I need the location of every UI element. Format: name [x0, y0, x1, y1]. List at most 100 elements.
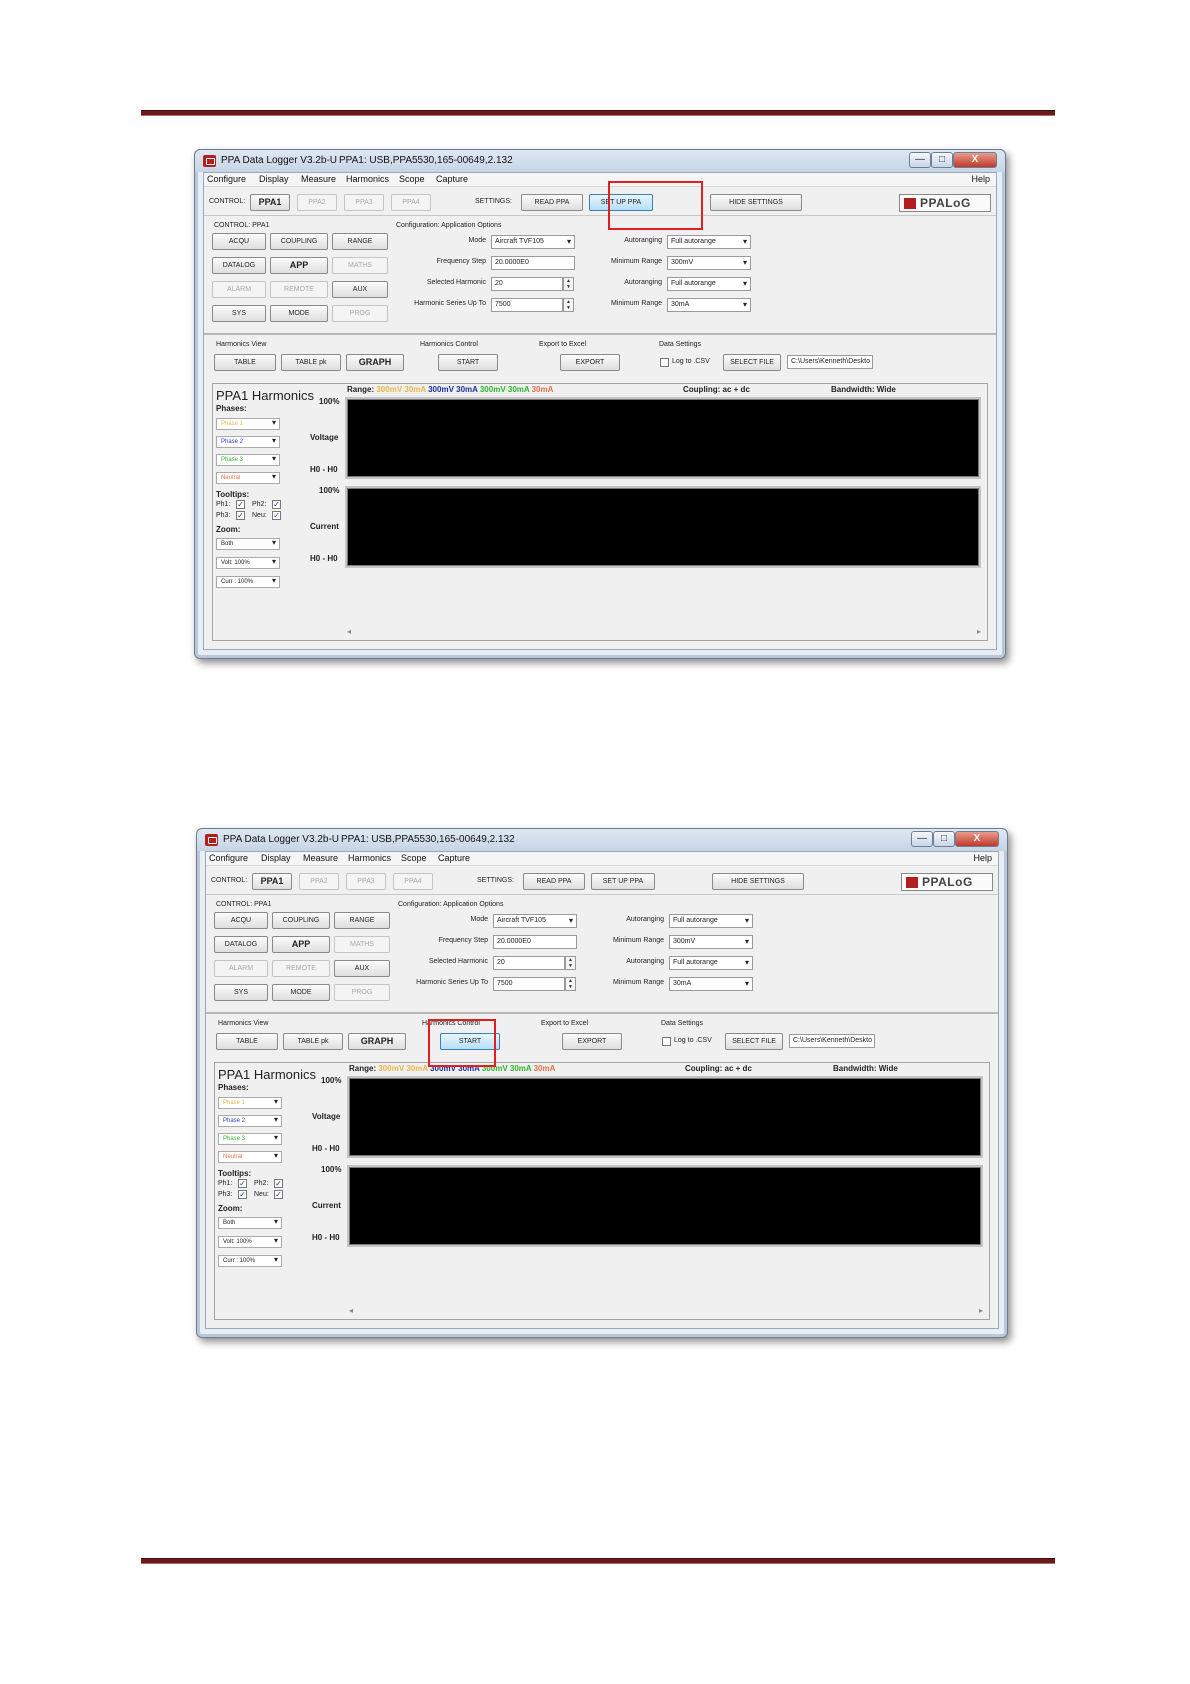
maximize-button[interactable]: □	[931, 152, 953, 168]
minimum-range-voltage-select[interactable]: 300mV	[669, 935, 753, 949]
menu-help[interactable]: Help	[973, 853, 992, 863]
current-harmonics-graph[interactable]	[347, 1165, 983, 1247]
menu-measure[interactable]: Measure	[301, 174, 336, 184]
scroll-right-icon[interactable]: ▸	[979, 1306, 983, 1315]
voltage-harmonics-graph[interactable]	[345, 397, 981, 479]
minimum-range-current-select[interactable]: 30mA	[667, 298, 751, 312]
range-button[interactable]: RANGE	[334, 912, 390, 929]
frequency-step-input[interactable]: 20.0000E0	[491, 256, 575, 270]
maths-button[interactable]: MATHS	[334, 936, 390, 953]
app-button[interactable]: APP	[272, 936, 330, 953]
title-bar[interactable]: PPA Data Logger V3.2b-U PPA1: USB,PPA553…	[197, 829, 1007, 851]
phase-1-select[interactable]: Phase 1	[216, 418, 280, 430]
zoom-select[interactable]: Both	[216, 538, 280, 550]
phase-2-select[interactable]: Phase 2	[218, 1115, 282, 1127]
volt-zoom-select[interactable]: Volt: 100%	[216, 557, 280, 569]
menu-harmonics[interactable]: Harmonics	[346, 174, 389, 184]
minimize-button[interactable]: —	[909, 152, 931, 168]
start-button[interactable]: START	[438, 354, 498, 371]
tab-ppa1[interactable]: PPA1	[250, 194, 290, 211]
tooltip-ph1-checkbox[interactable]: ✓	[236, 500, 245, 509]
tab-ppa4[interactable]: PPA4	[393, 873, 433, 890]
harmonic-series-spinner[interactable]: ▲ ▼	[563, 298, 574, 312]
mode-select[interactable]: Aircraft TVF105	[491, 235, 575, 249]
file-path-input[interactable]: C:\Users\Kenneth\Deskto	[787, 355, 873, 369]
graph-button[interactable]: GRAPH	[348, 1033, 406, 1050]
harmonic-series-spinner[interactable]: ▲ ▼	[565, 977, 576, 991]
selected-harmonic-spinner[interactable]: ▲ ▼	[563, 277, 574, 291]
close-button[interactable]: X	[955, 831, 999, 847]
current-zoom-select[interactable]: Curr : 100%	[216, 576, 280, 588]
maximize-button[interactable]: □	[933, 831, 955, 847]
table-pk-button[interactable]: TABLE pk	[281, 354, 341, 371]
remote-button[interactable]: REMOTE	[272, 960, 330, 977]
read-ppa-button[interactable]: READ PPA	[523, 873, 585, 890]
coupling-button[interactable]: COUPLING	[272, 912, 330, 929]
neutral-select[interactable]: Neutral	[218, 1151, 282, 1163]
log-csv-checkbox[interactable]	[662, 1037, 671, 1046]
menu-capture[interactable]: Capture	[438, 853, 470, 863]
scroll-left-icon[interactable]: ◂	[347, 627, 351, 636]
sys-button[interactable]: SYS	[212, 305, 266, 322]
coupling-button[interactable]: COUPLING	[270, 233, 328, 250]
menu-configure[interactable]: Configure	[207, 174, 246, 184]
menu-measure[interactable]: Measure	[303, 853, 338, 863]
autoranging-voltage-select[interactable]: Full autorange	[667, 235, 751, 249]
scroll-left-icon[interactable]: ◂	[349, 1306, 353, 1315]
datalog-button[interactable]: DATALOG	[212, 257, 266, 274]
export-button[interactable]: EXPORT	[562, 1033, 622, 1050]
menu-configure[interactable]: Configure	[209, 853, 248, 863]
menu-scope[interactable]: Scope	[399, 174, 425, 184]
voltage-harmonics-graph[interactable]	[347, 1076, 983, 1158]
phase-3-select[interactable]: Phase 3	[216, 454, 280, 466]
tooltip-neu-checkbox[interactable]: ✓	[274, 1190, 283, 1199]
phase-1-select[interactable]: Phase 1	[218, 1097, 282, 1109]
menu-display[interactable]: Display	[259, 174, 289, 184]
hide-settings-button[interactable]: HIDE SETTINGS	[710, 194, 802, 211]
select-file-button[interactable]: SELECT FILE	[723, 354, 781, 371]
prog-button[interactable]: PROG	[332, 305, 388, 322]
tooltip-neu-checkbox[interactable]: ✓	[272, 511, 281, 520]
datalog-button[interactable]: DATALOG	[214, 936, 268, 953]
phase-3-select[interactable]: Phase 3	[218, 1133, 282, 1145]
tab-ppa3[interactable]: PPA3	[346, 873, 386, 890]
close-button[interactable]: X	[953, 152, 997, 168]
table-button[interactable]: TABLE	[214, 354, 276, 371]
export-button[interactable]: EXPORT	[560, 354, 620, 371]
tooltip-ph3-checkbox[interactable]: ✓	[238, 1190, 247, 1199]
zoom-select[interactable]: Both	[218, 1217, 282, 1229]
tab-ppa3[interactable]: PPA3	[344, 194, 384, 211]
tab-ppa2[interactable]: PPA2	[299, 873, 339, 890]
tab-ppa2[interactable]: PPA2	[297, 194, 337, 211]
title-bar[interactable]: PPA Data Logger V3.2b-U PPA1: USB,PPA553…	[195, 150, 1005, 172]
menu-scope[interactable]: Scope	[401, 853, 427, 863]
tab-ppa1[interactable]: PPA1	[252, 873, 292, 890]
file-path-input[interactable]: C:\Users\Kenneth\Deskto	[789, 1034, 875, 1048]
set-up-ppa-button[interactable]: SET UP PPA	[591, 873, 655, 890]
app-button[interactable]: APP	[270, 257, 328, 274]
current-zoom-select[interactable]: Curr : 100%	[218, 1255, 282, 1267]
tooltip-ph3-checkbox[interactable]: ✓	[236, 511, 245, 520]
selected-harmonic-spinner[interactable]: ▲ ▼	[565, 956, 576, 970]
volt-zoom-select[interactable]: Volt: 100%	[218, 1236, 282, 1248]
tab-ppa4[interactable]: PPA4	[391, 194, 431, 211]
sys-button[interactable]: SYS	[214, 984, 268, 1001]
minimum-range-current-select[interactable]: 30mA	[669, 977, 753, 991]
acqu-button[interactable]: ACQU	[212, 233, 266, 250]
mode-button[interactable]: MODE	[272, 984, 330, 1001]
aux-button[interactable]: AUX	[334, 960, 390, 977]
acqu-button[interactable]: ACQU	[214, 912, 268, 929]
autoranging-current-select[interactable]: Full autorange	[667, 277, 751, 291]
autoranging-voltage-select[interactable]: Full autorange	[669, 914, 753, 928]
read-ppa-button[interactable]: READ PPA	[521, 194, 583, 211]
menu-display[interactable]: Display	[261, 853, 291, 863]
selected-harmonic-input[interactable]: 20	[493, 956, 565, 970]
mode-select[interactable]: Aircraft TVF105	[493, 914, 577, 928]
phase-2-select[interactable]: Phase 2	[216, 436, 280, 448]
menu-harmonics[interactable]: Harmonics	[348, 853, 391, 863]
alarm-button[interactable]: ALARM	[214, 960, 268, 977]
tooltip-ph2-checkbox[interactable]: ✓	[272, 500, 281, 509]
mode-button[interactable]: MODE	[270, 305, 328, 322]
neutral-select[interactable]: Neutral	[216, 472, 280, 484]
remote-button[interactable]: REMOTE	[270, 281, 328, 298]
